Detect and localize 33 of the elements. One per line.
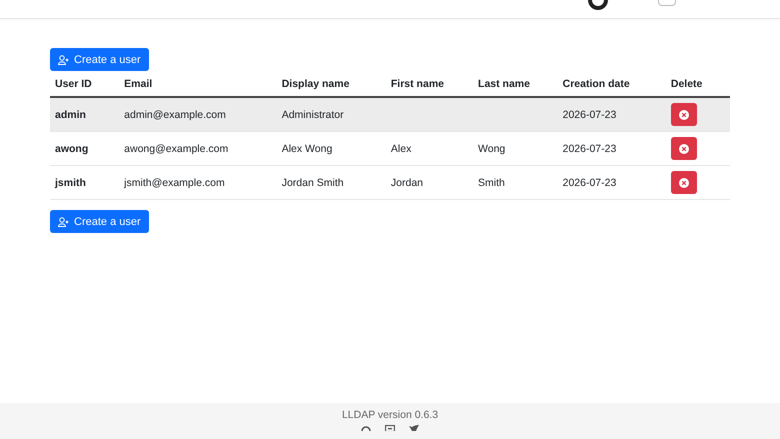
table-cell: Alex Wong [282, 142, 332, 154]
table-cell: Jordan Smith [282, 176, 344, 188]
avatar-icon[interactable] [588, 0, 608, 10]
table-row[interactable]: jsmith jsmith@example.com Jordan Smith Jordan Smith 2026-07-23 [50, 166, 730, 200]
table-cell: 2026-07-23 [562, 176, 616, 188]
add-user-icon [58, 216, 69, 226]
table-cell: Smith [478, 176, 505, 188]
table-cell: Administrator [282, 108, 344, 120]
table-cell: Jordan [390, 176, 423, 188]
table-cell: 2026-07-23 [562, 108, 616, 120]
close-icon [678, 110, 689, 120]
table-row[interactable]: admin admin@example.com Administrator 2026-07-23 [50, 97, 730, 132]
table-cell: awong@example.com [124, 142, 228, 154]
table-cell: Wong [478, 142, 506, 154]
close-icon [678, 178, 689, 188]
delete-button[interactable] [670, 137, 697, 160]
toggle-switch[interactable] [658, 0, 676, 6]
delete-button[interactable] [670, 171, 697, 194]
close-icon [678, 144, 689, 154]
table-cell: admin@example.com [124, 108, 226, 120]
chat-icon[interactable] [385, 425, 395, 431]
table-row[interactable]: awong awong@example.com Alex Wong Alex Wong 2026-07-23 [50, 132, 730, 166]
version-text: LLDAP version 0.6.3 [342, 409, 438, 421]
user-id[interactable]: admin [55, 108, 86, 120]
delete-button[interactable] [670, 103, 697, 126]
create-user-button[interactable]: Create a user [50, 48, 149, 71]
table-cell: jsmith@example.com [124, 176, 225, 188]
user-id[interactable]: awong [55, 142, 88, 154]
add-user-icon [58, 54, 69, 64]
table-cell: Alex [390, 142, 412, 154]
user-id[interactable]: jsmith [55, 176, 86, 188]
table-cell: 2026-07-23 [562, 142, 616, 154]
create-user-button[interactable]: Create a user [50, 210, 149, 233]
